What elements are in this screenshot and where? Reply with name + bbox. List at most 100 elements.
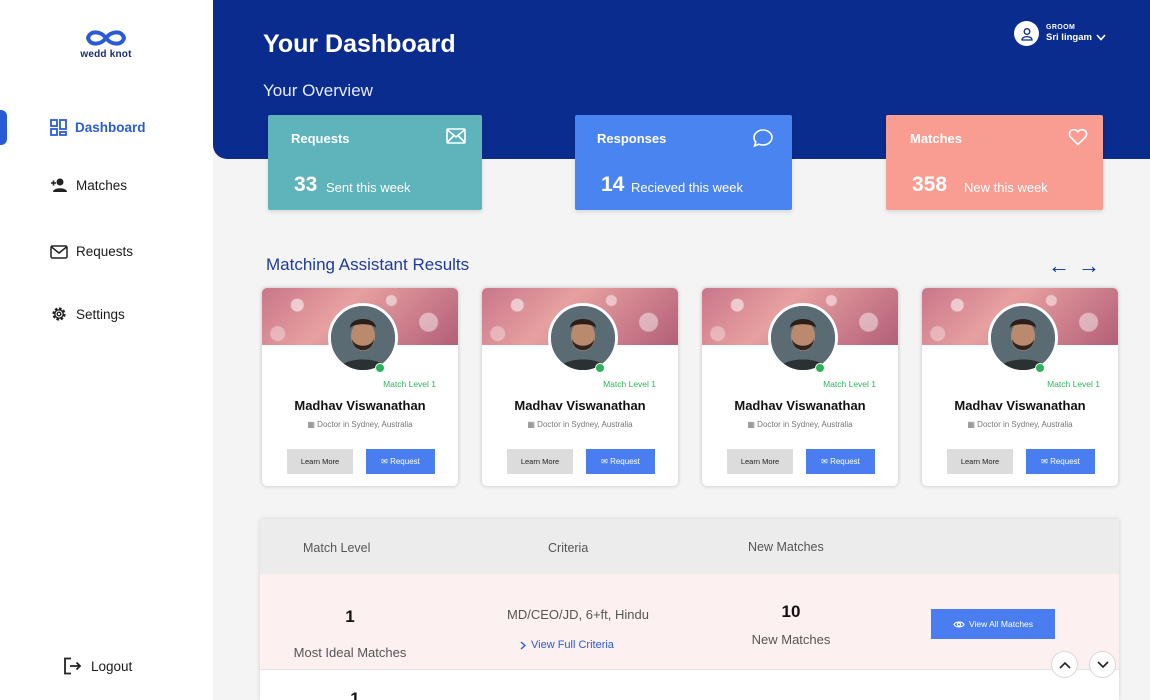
stat-card-matches[interactable]: Matches 358 New this week: [886, 115, 1103, 210]
gear-icon: [52, 307, 66, 321]
user-name: Sri lingam: [1046, 32, 1092, 43]
profile-occupation: ▦ Doctor in Sydney, Australia: [967, 420, 1073, 429]
match-level-badge: Match Level 1: [1047, 379, 1100, 389]
column-header-match-level: Match Level: [303, 541, 371, 555]
scroll-down-button[interactable]: [1089, 651, 1116, 678]
logout-label: Logout: [91, 658, 133, 674]
infinity-logo-icon: [85, 30, 127, 46]
stat-value: 33: [294, 173, 318, 196]
heart-icon: [1068, 128, 1088, 146]
stat-card-responses[interactable]: Responses 14 Recieved this week: [575, 115, 792, 210]
logo-text: wedd knot: [80, 49, 132, 60]
sidebar-item-settings[interactable]: Settings: [50, 305, 125, 323]
profile-name: Madhav Viswanathan: [514, 398, 646, 413]
stat-title: Requests: [291, 131, 350, 146]
profile-photo: [328, 303, 398, 373]
user-plus-icon: [51, 178, 67, 192]
arrow-left-icon[interactable]: ←: [1048, 255, 1070, 277]
match-level-table: Match Level Criteria New Matches 1 Most …: [260, 519, 1119, 700]
user-menu[interactable]: GROOM Sri lingam: [1014, 21, 1106, 46]
online-status-indicator: [815, 363, 825, 373]
profile-card[interactable]: Match Level 1 Madhav Viswanathan ▦ Docto…: [922, 288, 1118, 486]
envelope-icon: ✉: [381, 457, 388, 466]
profile-photo: [548, 303, 618, 373]
sidebar-item-label: Settings: [76, 306, 125, 322]
stat-caption: Recieved this week: [631, 180, 743, 195]
user-role: GROOM: [1046, 24, 1076, 31]
online-status-indicator: [595, 363, 605, 373]
profile-photo: [988, 303, 1058, 373]
match-level-badge: Match Level 1: [383, 379, 436, 389]
learn-more-button[interactable]: Learn More: [947, 449, 1013, 474]
eye-icon: [953, 621, 965, 627]
online-status-indicator: [375, 363, 385, 373]
new-matches-count: 10: [781, 602, 801, 621]
request-button[interactable]: ✉ Request: [1026, 449, 1095, 474]
sidebar-item-label: Dashboard: [75, 120, 146, 135]
page-title: Your Dashboard: [263, 30, 456, 58]
stat-value: 358: [912, 173, 948, 196]
stat-caption: New this week: [964, 180, 1048, 195]
envelope-icon: ✉: [601, 457, 608, 466]
envelope-icon: [446, 128, 466, 144]
sidebar-item-dashboard[interactable]: Dashboard: [50, 119, 146, 136]
user-icon: [1020, 27, 1033, 41]
sidebar-item-requests[interactable]: Requests: [50, 244, 133, 259]
chevron-down-icon: [1096, 660, 1109, 668]
logout-button[interactable]: Logout: [63, 657, 132, 675]
match-level-badge: Match Level 1: [823, 379, 876, 389]
column-header-new-matches: New Matches: [748, 540, 824, 554]
match-level-badge: Match Level 1: [603, 379, 656, 389]
arrow-right-icon[interactable]: →: [1078, 255, 1100, 277]
learn-more-button[interactable]: Learn More: [727, 449, 793, 474]
envelope-icon: ✉: [1041, 457, 1048, 466]
learn-more-button[interactable]: Learn More: [287, 449, 353, 474]
sidebar-item-label: Matches: [76, 177, 128, 193]
stat-value: 14: [601, 173, 625, 196]
match-level-caption: Most Ideal Matches: [293, 645, 407, 660]
sidebar: wedd knot Dashboard Matches Requests Set…: [0, 0, 213, 700]
request-button[interactable]: ✉ Request: [586, 449, 655, 474]
profile-name: Madhav Viswanathan: [294, 398, 426, 413]
sidebar-item-matches[interactable]: Matches: [50, 177, 127, 193]
active-nav-indicator: [0, 110, 7, 145]
chevron-down-icon: [1096, 34, 1106, 41]
learn-more-button[interactable]: Learn More: [507, 449, 573, 474]
avatar: [1014, 21, 1039, 46]
profile-card[interactable]: Match Level 1 Madhav Viswanathan ▦ Docto…: [482, 288, 678, 486]
view-full-criteria-link[interactable]: View Full Criteria: [520, 639, 614, 651]
stat-title: Responses: [597, 131, 667, 146]
online-status-indicator: [1035, 363, 1045, 373]
scroll-up-button[interactable]: [1051, 651, 1078, 678]
briefcase-icon: ▦: [527, 420, 535, 429]
app-logo[interactable]: wedd knot: [78, 28, 134, 60]
column-header-criteria: Criteria: [548, 541, 589, 555]
page-subtitle: Your Overview: [263, 81, 373, 100]
chat-bubble-icon: [753, 129, 773, 148]
profile-name: Madhav Viswanathan: [734, 398, 866, 413]
briefcase-icon: ▦: [307, 420, 315, 429]
chevron-up-icon: [1058, 661, 1071, 669]
dashboard-icon: [50, 119, 67, 136]
section-title: Matching Assistant Results: [266, 255, 470, 274]
profile-occupation: ▦ Doctor in Sydney, Australia: [747, 420, 853, 429]
chevron-right-icon: [520, 640, 526, 650]
table-row: 1 Most Ideal Matches MD/CEO/JD, 6+ft, Hi…: [260, 574, 1119, 670]
envelope-icon: ✉: [821, 457, 828, 466]
request-button[interactable]: ✉ Request: [806, 449, 875, 474]
next-row-level: 1: [350, 689, 360, 700]
stat-card-requests[interactable]: Requests 33 Sent this week: [268, 115, 482, 210]
profile-occupation: ▦ Doctor in Sydney, Australia: [527, 420, 633, 429]
match-level-value: 1: [345, 607, 355, 626]
profile-card[interactable]: Match Level 1 Madhav Viswanathan ▦ Docto…: [262, 288, 458, 486]
stat-caption: Sent this week: [326, 180, 411, 195]
profile-card[interactable]: Match Level 1 Madhav Viswanathan ▦ Docto…: [702, 288, 898, 486]
sidebar-item-label: Requests: [76, 244, 134, 259]
logout-icon: [64, 657, 82, 675]
view-all-matches-button[interactable]: View All Matches: [931, 609, 1055, 639]
briefcase-icon: ▦: [747, 420, 755, 429]
table-header: Match Level Criteria New Matches: [260, 519, 1119, 574]
request-button[interactable]: ✉ Request: [366, 449, 435, 474]
profile-name: Madhav Viswanathan: [954, 398, 1086, 413]
briefcase-icon: ▦: [967, 420, 975, 429]
